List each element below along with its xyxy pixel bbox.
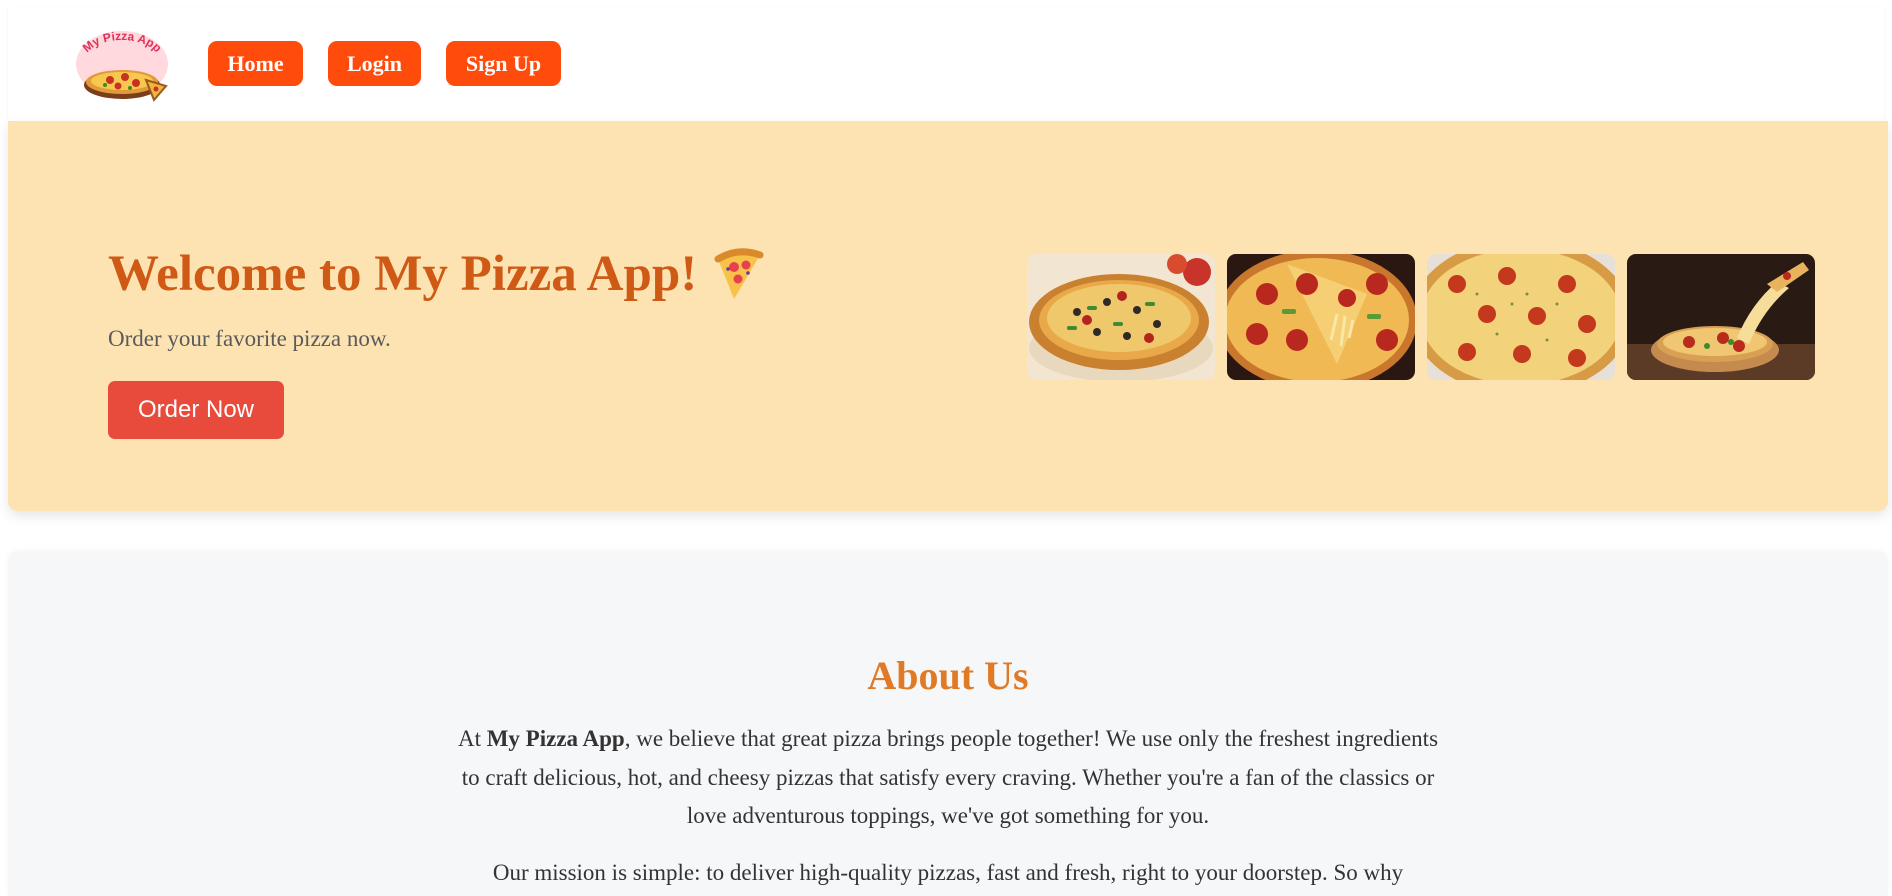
pizza-app-logo[interactable]: My Pizza App — [70, 28, 174, 106]
nav-login-button[interactable]: Login — [328, 41, 421, 86]
hero-title: Welcome to My Pizza App! — [108, 246, 698, 302]
nav-home-button[interactable]: Home — [208, 41, 303, 86]
nav-signup-button[interactable]: Sign Up — [446, 41, 561, 86]
pizza-photo-pepperoni-cheese — [1427, 254, 1615, 380]
about-title: About Us — [867, 653, 1029, 698]
pizza-photo-cheese-pull — [1627, 254, 1815, 380]
hero-section: Welcome to My Pizza App! Order your favo… — [8, 121, 1888, 511]
navbar: My Pizza App Home Login Sign Up — [8, 7, 1884, 121]
about-paragraph-2: Our mission is simple: to deliver high-q… — [492, 860, 1404, 885]
pizza-photo-supreme — [1027, 254, 1215, 380]
about-brand-name: My Pizza App — [486, 726, 625, 751]
about-paragraph-1: At My Pizza App, we believe that great p… — [448, 720, 1448, 836]
order-now-button[interactable]: Order Now — [108, 381, 284, 439]
pizza-photo-pepperoni-slice — [1227, 254, 1415, 380]
about-section: About Us At My Pizza App, we believe tha… — [8, 552, 1888, 896]
hero-subtitle: Order your favorite pizza now. — [108, 326, 391, 351]
pizza-slice-icon — [708, 245, 768, 305]
about-p1-prefix: At — [457, 726, 487, 751]
